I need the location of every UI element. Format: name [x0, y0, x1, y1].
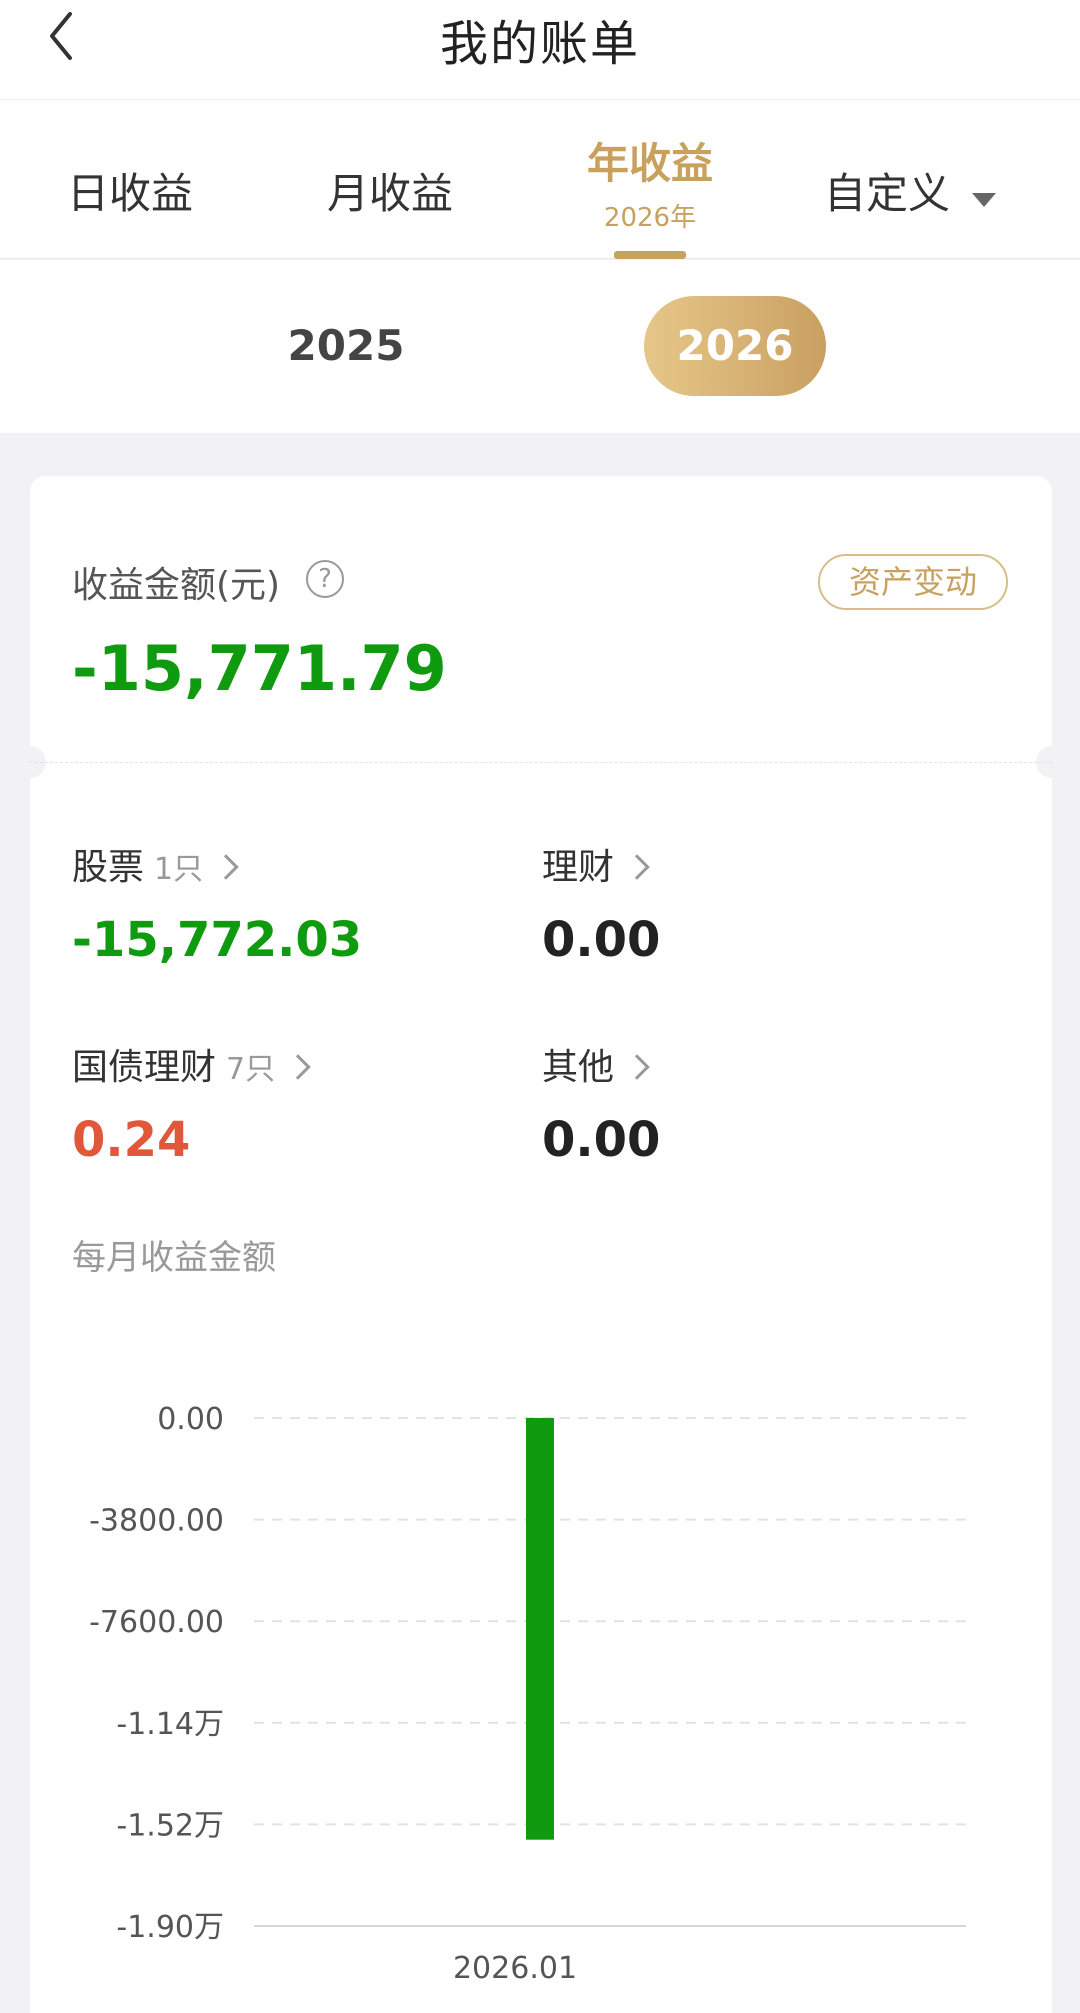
year-option-2025[interactable]: 2025: [255, 296, 437, 396]
chevron-right-icon: [213, 854, 239, 880]
dashed-divider: [30, 762, 1052, 763]
x-tick-label: 2026.01: [453, 1951, 577, 1986]
category-stocks[interactable]: 股票 1只 -15,772.03: [72, 838, 362, 968]
chart-svg: 0.00 -3800.00 -7600.00 -1.14万 -1.52万 -1.90万 20…: [89, 1402, 966, 1986]
category-bonds-value: 0.24: [72, 1112, 191, 1168]
page-title: 我的账单: [439, 16, 640, 72]
year-selector: 2025 2026: [0, 260, 1080, 433]
chevron-right-icon: [285, 1054, 311, 1080]
earnings-card: 收益金额(元) ? 资产变动 -15,771.79 股票 1只 -15,772.0…: [14, 476, 1068, 2013]
category-stocks-value: -15,772.03: [72, 912, 363, 968]
category-bonds-count: 7只: [226, 1052, 276, 1087]
tab-yearly[interactable]: 年收益 2026年: [560, 100, 740, 259]
period-tabs: 日收益 月收益 年收益 2026年 自定义: [0, 100, 1080, 259]
category-other-label: 其他: [542, 1047, 615, 1088]
tab-yearly-subtitle: 2026年: [603, 203, 697, 233]
help-icon[interactable]: ?: [306, 560, 344, 598]
chevron-right-icon: [624, 1054, 650, 1080]
bill-page: 我的账单 日收益 月收益 年收益 2026年 自定义 2025 2026 收益金…: [0, 0, 1080, 2013]
tab-yearly-label: 年收益: [586, 139, 713, 188]
category-finance-label: 理财: [542, 847, 615, 888]
category-finance[interactable]: 理财 0.00: [542, 838, 660, 968]
y-tick-label: -1.90万: [116, 1910, 224, 1945]
category-bonds[interactable]: 国债理财 7只 0.24: [72, 1038, 311, 1168]
year-option-2026-selected[interactable]: 2026: [644, 296, 826, 396]
earnings-total-value: -15,771.79: [72, 632, 447, 705]
category-bonds-label: 国债理财: [72, 1047, 217, 1088]
tab-daily-label: 日收益: [66, 169, 193, 218]
header-bar: 我的账单: [0, 0, 1080, 100]
tab-monthly[interactable]: 月收益: [300, 100, 480, 259]
category-stocks-label: 股票: [72, 847, 145, 888]
asset-change-button[interactable]: 资产变动: [818, 554, 1008, 610]
tab-custom[interactable]: 自定义: [800, 100, 1020, 259]
y-tick-label: -3800.00: [89, 1504, 224, 1539]
y-tick-label: -1.52万: [116, 1808, 224, 1843]
tab-monthly-label: 月收益: [326, 169, 453, 218]
category-finance-value: 0.00: [542, 912, 661, 968]
tab-custom-label: 自定义: [823, 169, 950, 218]
category-stocks-count: 1只: [154, 852, 204, 887]
y-tick-label: -7600.00: [89, 1605, 224, 1640]
tab-daily[interactable]: 日收益: [40, 100, 220, 259]
category-other-value: 0.00: [542, 1112, 661, 1168]
y-tick-label: 0.00: [157, 1402, 224, 1437]
active-tab-indicator: [614, 251, 686, 259]
monthly-earnings-label: 每月收益金额: [72, 1238, 276, 1278]
chart-bar: [526, 1418, 554, 1840]
chevron-right-icon: [624, 854, 650, 880]
earnings-amount-label: 收益金额(元): [72, 565, 281, 606]
category-other[interactable]: 其他 0.00: [542, 1038, 660, 1168]
y-tick-label: -1.14万: [116, 1707, 224, 1742]
caret-down-icon: [972, 192, 996, 207]
monthly-earnings-chart: 0.00 -3800.00 -7600.00 -1.14万 -1.52万 -1.90万 20…: [30, 1356, 1052, 2013]
